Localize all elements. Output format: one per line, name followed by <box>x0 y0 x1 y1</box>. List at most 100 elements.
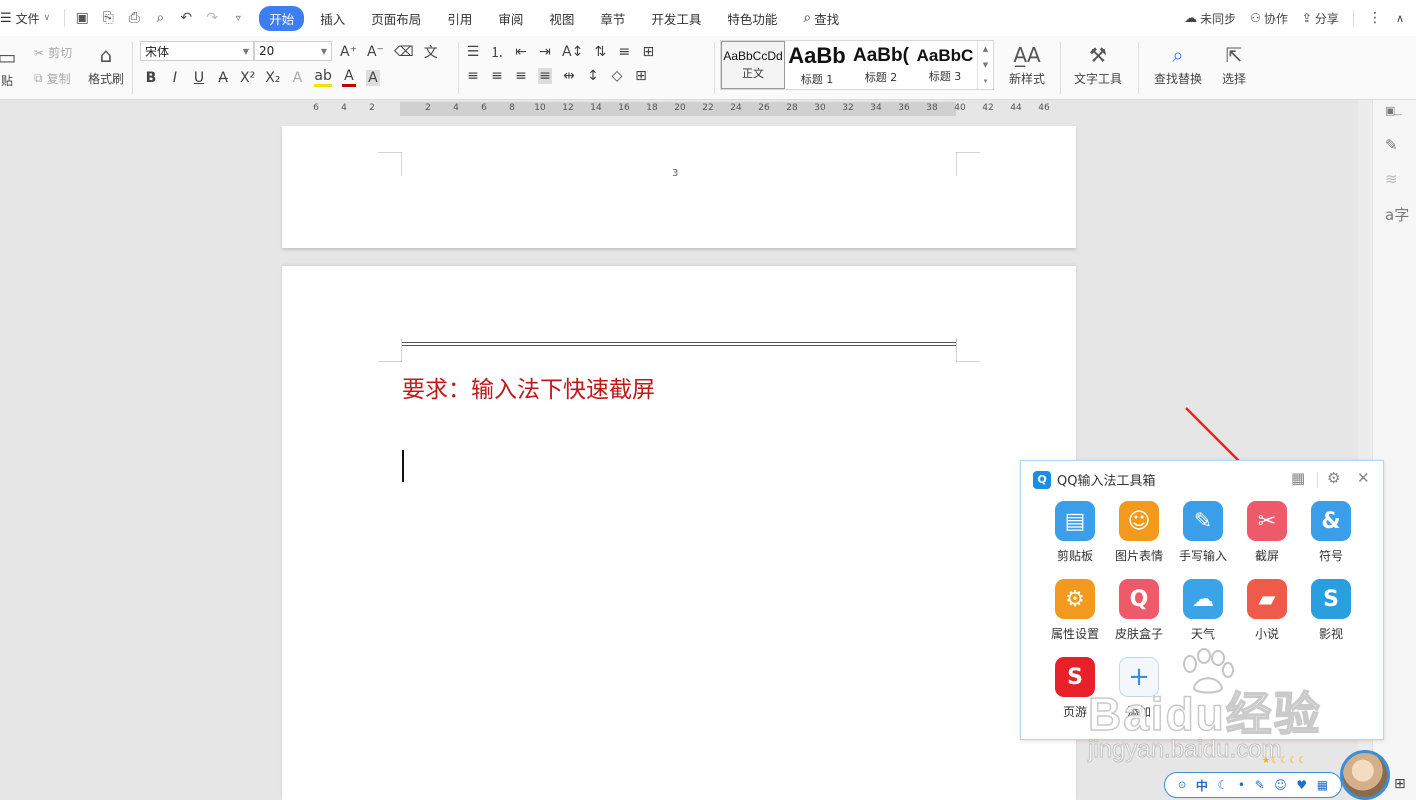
tab-special-features[interactable]: 特色功能 <box>717 6 787 31</box>
tab-page-layout[interactable]: 页面布局 <box>361 6 431 31</box>
format-painter-button[interactable]: ⌂ 格式刷 <box>86 40 126 90</box>
line-spacing-icon[interactable]: ≡ <box>617 44 631 60</box>
font-name-select[interactable]: 宋体 ▼ <box>140 41 254 61</box>
align-center-icon[interactable]: ≡ <box>490 68 504 84</box>
toolbox-icon[interactable]: ▦ <box>1317 778 1328 792</box>
print-preview-icon[interactable]: ⌕ <box>151 10 169 26</box>
document-page[interactable]: 3 <box>282 126 1076 248</box>
numbered-list-icon[interactable]: ⒈ <box>490 42 504 62</box>
lock-icon[interactable]: ⊙ <box>1178 780 1186 791</box>
toolbox-tile[interactable]: ⚙ 属性设置 <box>1045 579 1105 642</box>
settings-icon[interactable]: ⚙ <box>1327 469 1340 487</box>
align-left-icon[interactable]: ≡ <box>466 68 480 84</box>
tab-home[interactable]: 开始 <box>259 5 305 31</box>
file-menu[interactable]: ☰ 文件 ∨ <box>0 10 56 27</box>
collab-button[interactable]: ⚇ 协作 <box>1250 10 1288 27</box>
font-color-icon[interactable]: A <box>341 68 356 87</box>
strikethrough-icon[interactable]: A̶ <box>216 70 230 86</box>
bullet-list-icon[interactable]: ☰ <box>466 44 480 60</box>
increase-indent-icon[interactable]: ⇥ <box>538 44 552 60</box>
grid-view-icon[interactable]: ▦ <box>1291 469 1305 487</box>
justify-icon[interactable]: ≡ <box>538 68 552 84</box>
collapse-ribbon-icon[interactable]: ∧ <box>1396 12 1404 25</box>
underline-icon[interactable]: U <box>192 70 206 86</box>
find-replace-button[interactable]: ⌕ 查找替换 <box>1146 40 1210 90</box>
highlight-icon[interactable]: ab <box>314 68 332 87</box>
char-shading-icon[interactable]: A <box>365 69 380 86</box>
customize-dropdown-icon[interactable]: ▿ <box>229 13 247 24</box>
emoji-icon[interactable]: ☺ <box>1274 778 1287 792</box>
tab-developer[interactable]: 开发工具 <box>641 6 711 31</box>
tab-view[interactable]: 视图 <box>539 6 584 31</box>
text-direction-icon[interactable]: A↕ <box>562 44 583 60</box>
print-icon[interactable]: ⎙ <box>125 10 143 26</box>
borders-icon[interactable]: ⊞ <box>634 68 648 84</box>
show-marks-icon[interactable]: ⊞ <box>641 44 655 60</box>
chinese-mode-icon[interactable]: 中 <box>1196 777 1208 794</box>
align-right-icon[interactable]: ≡ <box>514 68 528 84</box>
export-icon[interactable]: ⎘ <box>99 10 117 26</box>
tab-review[interactable]: 审阅 <box>488 6 533 31</box>
redo-icon[interactable]: ↷ <box>203 10 221 26</box>
select-button[interactable]: ⇱ 选择 <box>1214 40 1254 90</box>
toolbox-tile[interactable]: ✂ 截屏 <box>1237 501 1297 564</box>
punctuation-icon[interactable]: • <box>1238 778 1245 792</box>
toolbox-tile[interactable]: ✎ 手写输入 <box>1173 501 1233 564</box>
avatar[interactable] <box>1340 750 1390 800</box>
sort-icon[interactable]: ⇅ <box>593 44 607 60</box>
styles-scroll[interactable]: ▲ ▼ ▾ <box>977 41 993 89</box>
horizontal-ruler[interactable]: 6 4 2 2 4 6 8 10 12 14 16 18 20 22 24 26 28 30 32 34 36 38 40 4… <box>300 102 1060 116</box>
style-heading-2[interactable]: AaBb( 标题 2 <box>849 41 913 89</box>
paragraph-spacing-icon[interactable]: ↕ <box>586 68 600 84</box>
text-effect-icon[interactable]: A <box>290 70 304 86</box>
decrease-indent-icon[interactable]: ⇤ <box>514 44 528 60</box>
copy-button[interactable]: ⧉ 复制 <box>34 70 71 87</box>
cut-button[interactable]: ✂ 剪切 <box>34 44 72 61</box>
toolbox-tile[interactable]: & 符号 <box>1301 501 1361 564</box>
tab-references[interactable]: 引用 <box>437 6 482 31</box>
save-icon[interactable]: ▣ <box>73 10 91 26</box>
text-tools-button[interactable]: ⚒ 文字工具 <box>1066 40 1130 90</box>
toolbox-tile[interactable]: ▰ 小说 <box>1237 579 1297 642</box>
more-options-icon[interactable]: ⋮ <box>1368 10 1382 26</box>
font-size-select[interactable]: 20 ▼ <box>254 41 332 61</box>
translate-icon[interactable]: a字 <box>1385 204 1409 225</box>
style-heading-3[interactable]: AaBbC 标题 3 <box>913 41 977 89</box>
app-grid-icon[interactable]: ⊞ <box>1394 776 1406 792</box>
tab-search[interactable]: ⌕ 查找 <box>793 6 849 31</box>
new-style-button[interactable]: A̲A 新样式 <box>1000 40 1054 90</box>
style-heading-1[interactable]: AaBb 标题 1 <box>785 41 849 89</box>
filter-icon[interactable]: ≋ <box>1385 170 1398 188</box>
toolbox-tile[interactable]: ☁ 天气 <box>1173 579 1233 642</box>
sync-status[interactable]: ☁ 未同步 <box>1184 10 1236 27</box>
style-normal[interactable]: AaBbCcDd 正文 <box>721 41 785 89</box>
ime-status-bar[interactable]: ⊙ 中 ☾ • ✎ ☺ ♥ ▦ <box>1164 772 1342 798</box>
share-button[interactable]: ⇪ 分享 <box>1302 10 1339 27</box>
tab-insert[interactable]: 插入 <box>310 6 355 31</box>
toolbox-tile[interactable]: Q 皮肤盒子 <box>1109 579 1169 642</box>
skin-icon[interactable]: ♥ <box>1296 778 1307 792</box>
italic-icon[interactable]: I <box>168 70 182 86</box>
superscript-icon[interactable]: X² <box>240 70 255 86</box>
grow-font-icon[interactable]: A⁺ <box>340 44 357 60</box>
document-title-text[interactable]: 要求：输入法下快速截屏 <box>402 370 655 404</box>
shading-icon[interactable]: ◇ <box>610 68 624 84</box>
undo-icon[interactable]: ↶ <box>177 10 195 26</box>
pen-icon[interactable]: ✎ <box>1385 136 1398 154</box>
close-icon[interactable]: ✕ <box>1357 469 1370 487</box>
toolbox-tile[interactable]: ☺ 图片表情 <box>1109 501 1169 564</box>
subscript-icon[interactable]: X₂ <box>265 70 280 86</box>
bold-icon[interactable]: B <box>144 70 158 86</box>
moon-icon[interactable]: ☾ <box>1217 778 1228 792</box>
minus-icon[interactable]: — <box>1393 110 1402 120</box>
phonetic-icon[interactable]: 文 <box>424 42 438 62</box>
toolbox-tile[interactable]: S 影视 <box>1301 579 1361 642</box>
toolbox-tile[interactable]: ▤ 剪贴板 <box>1045 501 1105 564</box>
document-page[interactable]: 要求：输入法下快速截屏 <box>282 266 1076 800</box>
paste-button[interactable]: ▭ 贴 <box>0 42 22 92</box>
clear-format-icon[interactable]: ⌫ <box>394 44 414 60</box>
tab-chapter[interactable]: 章节 <box>590 6 635 31</box>
distributed-icon[interactable]: ⇹ <box>562 68 576 84</box>
wrench-icon[interactable]: ✎ <box>1255 778 1265 792</box>
shrink-font-icon[interactable]: A⁻ <box>367 44 384 60</box>
